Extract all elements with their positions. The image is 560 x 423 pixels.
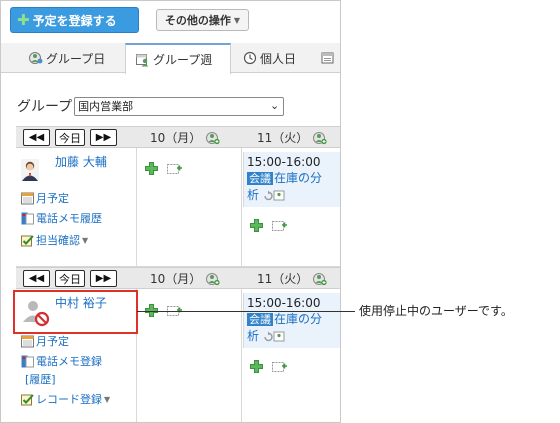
record-register-label: レコード登録 (36, 393, 102, 406)
register-schedule-label: 予定を登録する (32, 13, 117, 28)
column-divider (241, 148, 242, 267)
other-operations-button[interactable]: その他の操作 ▼ (156, 9, 249, 31)
event-tag: 会議 (247, 172, 273, 185)
callout-line (137, 311, 355, 312)
event-time: 15:00-16:00 (247, 155, 321, 169)
phone-memo-register-label: 電話メモ登録 (36, 355, 102, 368)
week-header: ◀◀ 今日 ▶▶ 10（月） 11（火） (16, 126, 340, 148)
day-label: 10（月） (150, 131, 202, 145)
tab-personal-day-label: 個人日 (260, 51, 297, 66)
add-user-icon[interactable] (313, 131, 327, 145)
tab-personal-day[interactable]: 個人日 (237, 43, 313, 73)
phone-history-link[interactable]: [履歴] (25, 371, 56, 387)
group-week-icon (136, 53, 149, 66)
day-label: 11（火） (257, 272, 309, 286)
next-week-button[interactable]: ▶▶ (90, 270, 117, 287)
tab-group-week-label: グループ週 (153, 53, 213, 67)
add-facility-icon[interactable] (167, 162, 183, 175)
repeat-icon (264, 331, 285, 342)
phone-memo-label: 電話メモ履歴 (36, 212, 102, 225)
add-user-icon[interactable] (206, 131, 220, 145)
add-schedule-icon[interactable] (145, 162, 158, 175)
prev-week-button[interactable]: ◀◀ (23, 129, 50, 146)
event-title-cont: 析 (247, 188, 260, 202)
group-select-value: 国内営業部 (78, 100, 134, 113)
tab-personal-week[interactable] (319, 43, 340, 73)
plus-icon: ✚ (17, 11, 30, 29)
month-schedule-link[interactable]: 月予定 (21, 190, 69, 206)
month-schedule-link[interactable]: 月予定 (21, 333, 69, 349)
register-schedule-button[interactable]: ✚ 予定を登録する (10, 7, 139, 33)
tab-group-week[interactable]: グループ週 (125, 43, 231, 74)
view-tabs: グループ日 グループ週 個人日 (1, 43, 340, 74)
group-selector-row: グループ 国内営業部 ⌄ (17, 96, 285, 116)
add-schedule-icon[interactable] (250, 360, 263, 373)
day-label: 11（火） (257, 131, 309, 145)
add-facility-icon[interactable] (272, 219, 288, 232)
check-list-icon (21, 393, 34, 405)
event-title: 在庫の分 (274, 171, 323, 185)
event-title: 在庫の分 (274, 312, 323, 326)
event-tag: 会議 (247, 313, 273, 326)
group-select[interactable]: 国内営業部 ⌄ (74, 96, 285, 116)
caret-down-icon: ▼ (104, 394, 111, 404)
tab-group-day[interactable]: グループ日 (15, 43, 123, 73)
toolbar: ✚ 予定を登録する その他の操作 ▼ (1, 1, 340, 41)
day-header-11: 11（火） (257, 129, 327, 146)
day-label: 10（月） (150, 272, 202, 286)
check-list-icon (21, 234, 34, 246)
chevron-down-icon: ⌄ (269, 98, 280, 112)
month-schedule-label: 月予定 (36, 192, 69, 205)
schedule-event[interactable]: 15:00-16:00 会議 在庫の分 析 (243, 152, 340, 207)
month-schedule-label: 月予定 (36, 335, 69, 348)
group-day-icon (29, 52, 43, 64)
caret-down-icon: ▼ (233, 15, 241, 25)
today-button[interactable]: 今日 (55, 129, 85, 146)
column-divider (241, 289, 242, 422)
assign-confirm-label: 担当確認 (36, 234, 80, 247)
prev-week-button[interactable]: ◀◀ (23, 270, 50, 287)
today-button[interactable]: 今日 (55, 270, 85, 287)
week-header: ◀◀ 今日 ▶▶ 10（月） 11（火） (16, 267, 340, 289)
tab-group-day-label: グループ日 (46, 51, 106, 66)
phone-memo-register-link[interactable]: 電話メモ登録 (21, 353, 102, 369)
phone-memo-icon (21, 212, 34, 224)
user-avatar (21, 159, 39, 181)
scheduler-panel: ✚ 予定を登録する その他の操作 ▼ グループ日 グループ週 個人日 グループ … (0, 0, 341, 423)
group-label: グループ (17, 99, 73, 115)
record-register-link[interactable]: レコード登録 ▼ (21, 391, 110, 407)
day-header-10: 10（月） (150, 129, 220, 146)
day-header-11: 11（火） (257, 270, 327, 287)
caret-down-icon: ▼ (82, 235, 89, 245)
add-schedule-icon[interactable] (250, 219, 263, 232)
other-operations-label: その他の操作 (164, 14, 231, 27)
calendar-icon (21, 192, 34, 204)
suspended-user-highlight (13, 290, 138, 334)
event-time: 15:00-16:00 (247, 296, 321, 310)
user-name[interactable]: 加藤 大輔 (55, 153, 107, 170)
add-user-icon[interactable] (313, 272, 327, 286)
assign-confirm-link[interactable]: 担当確認 ▼ (21, 232, 88, 248)
phone-memo-link[interactable]: 電話メモ履歴 (21, 210, 102, 226)
event-title-cont: 析 (247, 329, 260, 343)
clock-icon (243, 51, 257, 65)
callout-text: 使用停止中のユーザーです。 (359, 304, 513, 318)
phone-memo-icon (21, 355, 34, 367)
schedule-event[interactable]: 15:00-16:00 会議 在庫の分 析 (243, 293, 340, 348)
calendar-icon (321, 52, 334, 64)
repeat-icon (264, 190, 285, 201)
phone-history-label: [履歴] (25, 373, 56, 386)
day-header-10: 10（月） (150, 270, 220, 287)
column-divider (136, 148, 137, 267)
next-week-button[interactable]: ▶▶ (90, 129, 117, 146)
add-facility-icon[interactable] (272, 360, 288, 373)
calendar-icon (21, 335, 34, 347)
add-user-icon[interactable] (206, 272, 220, 286)
